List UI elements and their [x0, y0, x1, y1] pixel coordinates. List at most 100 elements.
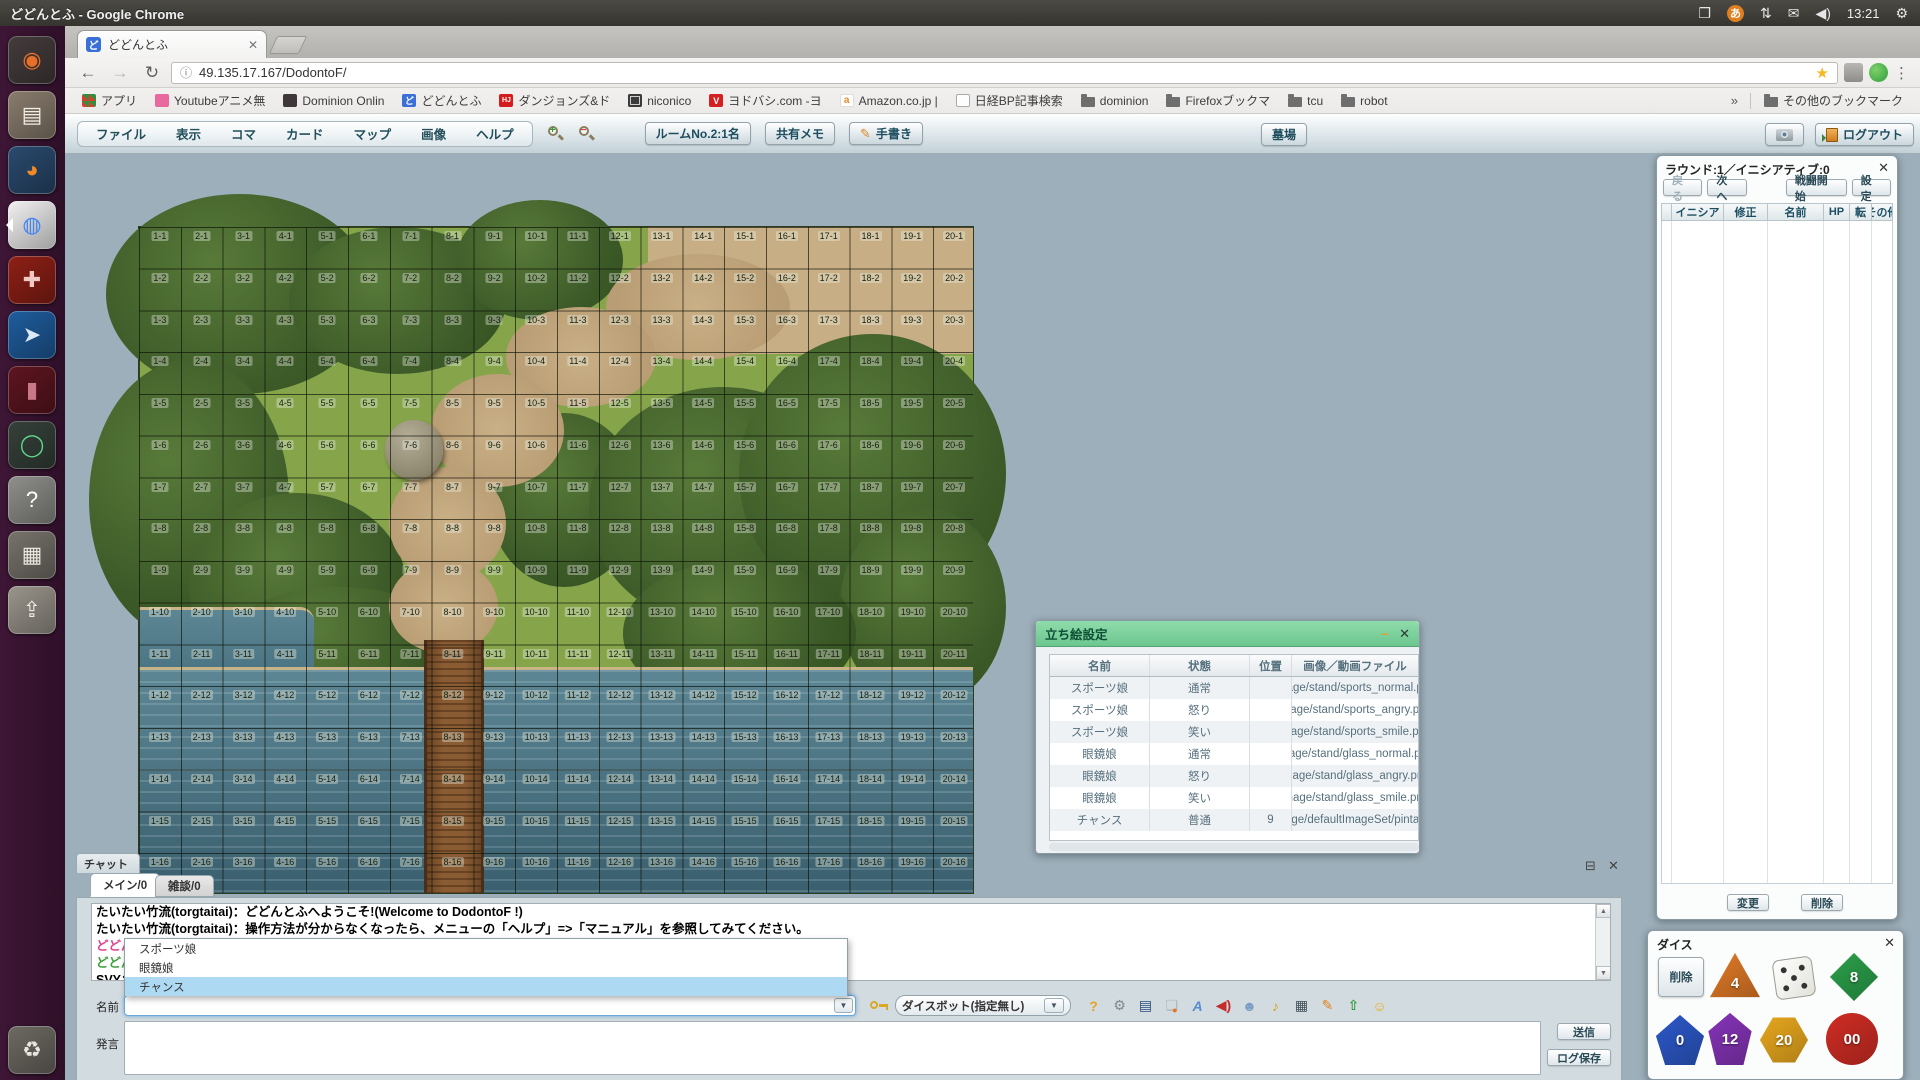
- bookmark-item[interactable]: Firefoxブックマ: [1157, 92, 1279, 109]
- tab-close-icon[interactable]: ✕: [248, 38, 258, 52]
- volume-icon[interactable]: ◀): [1815, 5, 1830, 22]
- die-d10[interactable]: 0: [1656, 1015, 1704, 1065]
- stand-table-row[interactable]: 眼鏡娘笑いimage/stand/glass_smile.png: [1050, 787, 1418, 809]
- dice-delete-button[interactable]: 削除: [1658, 957, 1704, 997]
- font-icon[interactable]: A: [1189, 997, 1206, 1014]
- network-icon[interactable]: ⇅: [1760, 5, 1772, 22]
- chrome-menu-icon[interactable]: ⋮: [1894, 64, 1910, 82]
- handwrite-button[interactable]: ✎ 手書き: [849, 122, 923, 145]
- bell-icon[interactable]: ♪: [1267, 997, 1284, 1014]
- initiative-button-次へ[interactable]: 次へ: [1707, 179, 1746, 196]
- launcher-item-software-tool[interactable]: ✚: [8, 256, 56, 304]
- browser-tab[interactable]: ど どどんとふ ✕: [77, 30, 267, 58]
- launcher-item-chrome[interactable]: ◍: [8, 201, 56, 249]
- bookmark-item[interactable]: aAmazon.co.jp |: [831, 94, 947, 108]
- new-tab-button[interactable]: [269, 36, 307, 54]
- stand-table-hscrollbar[interactable]: [1049, 843, 1419, 851]
- launcher-item-files[interactable]: ▤: [8, 91, 56, 139]
- menu-item-表示[interactable]: 表示: [176, 124, 201, 143]
- launcher-item-firefox[interactable]: ◕: [8, 146, 56, 194]
- stand-table-row[interactable]: スポーツ娘通常image/stand/sports_normal.png: [1050, 677, 1418, 699]
- close-icon[interactable]: ✕: [1399, 626, 1410, 642]
- die-d100[interactable]: 00: [1826, 1013, 1878, 1065]
- scroll-up-icon[interactable]: ▲: [1596, 904, 1611, 918]
- manual-book-icon[interactable]: ▤: [1137, 997, 1154, 1014]
- film-icon[interactable]: ▦: [1293, 997, 1310, 1014]
- stand-table-row[interactable]: チャンス普通9image/defaultImageSet/pintabijo: [1050, 809, 1418, 831]
- bookmark-item[interactable]: どどどんとふ: [393, 92, 490, 109]
- smiley-icon[interactable]: ☺: [1371, 997, 1388, 1014]
- dicebot-select[interactable]: ダイスボット(指定無し) ▼: [895, 995, 1071, 1016]
- chat-scrollbar[interactable]: ▲ ▼: [1595, 904, 1610, 980]
- zoom-out-icon[interactable]: −: [578, 125, 595, 142]
- menu-item-ファイル[interactable]: ファイル: [96, 124, 146, 143]
- help-icon[interactable]: ?: [1085, 997, 1102, 1014]
- sound-icon[interactable]: ◀): [1215, 997, 1232, 1014]
- extension-icon-2[interactable]: [1869, 63, 1888, 82]
- menu-item-ヘルプ[interactable]: ヘルプ: [476, 124, 514, 143]
- bookmark-item[interactable]: Dominion Onlin: [274, 94, 393, 108]
- launcher-item-ubuntu-dash[interactable]: ◉: [8, 36, 56, 84]
- chat-close-icon[interactable]: ✕: [1608, 858, 1619, 874]
- site-info-icon[interactable]: ⓘ: [180, 64, 192, 81]
- extension-icon-1[interactable]: [1844, 63, 1863, 82]
- bookmark-item[interactable]: robot: [1332, 94, 1396, 108]
- speech-textarea[interactable]: [124, 1021, 1541, 1075]
- other-bookmarks-button[interactable]: その他のブックマーク: [1755, 92, 1912, 109]
- bookmark-item[interactable]: tcu: [1279, 94, 1332, 108]
- mail-icon[interactable]: ✉: [1788, 5, 1800, 22]
- menu-item-画像[interactable]: 画像: [421, 124, 446, 143]
- url-bar[interactable]: ⓘ 49.135.17.167/DodontoF/ ★: [171, 62, 1838, 84]
- launcher-item-trash[interactable]: ♻: [8, 1026, 56, 1074]
- graveyard-button[interactable]: 墓場: [1261, 123, 1307, 146]
- menu-item-カード[interactable]: カード: [286, 124, 324, 143]
- die-d6[interactable]: [1771, 955, 1816, 1000]
- key-icon[interactable]: [870, 998, 888, 1014]
- clock[interactable]: 13:21: [1847, 6, 1880, 21]
- change-button[interactable]: 変更: [1727, 894, 1769, 911]
- die-d12[interactable]: 12: [1706, 1013, 1754, 1065]
- name-dropdown-icon[interactable]: ▼: [834, 998, 853, 1013]
- menu-item-コマ[interactable]: コマ: [231, 124, 256, 143]
- shared-memo-button[interactable]: 共有メモ: [765, 122, 835, 145]
- launcher-item-thunderbird[interactable]: ➤: [8, 311, 56, 359]
- japanese-input-icon[interactable]: あ: [1727, 5, 1744, 22]
- stand-table-row[interactable]: スポーツ娘怒りimage/stand/sports_angry.png: [1050, 699, 1418, 721]
- room-info-button[interactable]: ルームNo.2:1名: [645, 122, 751, 145]
- menu-item-マップ[interactable]: マップ: [354, 124, 392, 143]
- name-input[interactable]: ▼: [124, 995, 856, 1016]
- session-gear-icon[interactable]: ⚙: [1895, 5, 1908, 22]
- screenshot-button[interactable]: [1765, 123, 1804, 146]
- bookmarks-overflow-icon[interactable]: »: [1723, 93, 1746, 108]
- dropdown-item[interactable]: チャンス: [125, 977, 847, 996]
- stand-dialog-titlebar[interactable]: 立ち絵設定 − ✕: [1036, 621, 1419, 647]
- initiative-button-戦闘開始[interactable]: 戦闘開始: [1786, 179, 1847, 196]
- url-text[interactable]: 49.135.17.167/DodontoF/: [199, 65, 346, 80]
- person-chat-icon[interactable]: ☻: [1241, 997, 1258, 1014]
- logout-button[interactable]: ログアウト: [1815, 123, 1914, 146]
- launcher-item-usb-drive[interactable]: ⇪: [8, 586, 56, 634]
- stand-table-row[interactable]: 眼鏡娘怒りimage/stand/glass_angry.png: [1050, 765, 1418, 787]
- initiative-button-設定[interactable]: 設定: [1852, 179, 1891, 196]
- chat-window-title[interactable]: チャット: [76, 853, 140, 873]
- dropdown-item[interactable]: 眼鏡娘: [125, 958, 847, 977]
- doc-remove-icon[interactable]: ❏●: [1163, 997, 1180, 1014]
- zoom-in-icon[interactable]: +: [547, 125, 564, 142]
- save-log-button[interactable]: ログ保存: [1547, 1049, 1611, 1066]
- doc-upload-icon[interactable]: ⇧: [1345, 997, 1362, 1014]
- person-edit-icon[interactable]: ✎: [1319, 997, 1336, 1014]
- bookmark-item[interactable]: Vヨドバシ.com -ヨ: [700, 92, 830, 109]
- bookmark-item[interactable]: dominion: [1072, 94, 1158, 108]
- chat-minimize-icon[interactable]: ⊟: [1585, 858, 1596, 874]
- config-doc-icon[interactable]: ⚙: [1111, 997, 1128, 1014]
- chat-tab-main[interactable]: メイン/0: [90, 873, 160, 897]
- dropdown-item[interactable]: スポーツ娘: [125, 939, 847, 958]
- die-d4[interactable]: 4: [1710, 953, 1760, 999]
- launcher-item-green-app[interactable]: ◯: [8, 421, 56, 469]
- stand-table-row[interactable]: 眼鏡娘通常image/stand/glass_normal.png: [1050, 743, 1418, 765]
- die-d20[interactable]: 20: [1760, 1015, 1808, 1065]
- game-map[interactable]: 1-12-13-14-15-16-17-18-19-110-111-112-11…: [138, 226, 974, 894]
- minimize-icon[interactable]: −: [1381, 629, 1389, 639]
- close-icon[interactable]: ✕: [1884, 935, 1895, 951]
- bookmark-item[interactable]: アプリ: [73, 92, 146, 109]
